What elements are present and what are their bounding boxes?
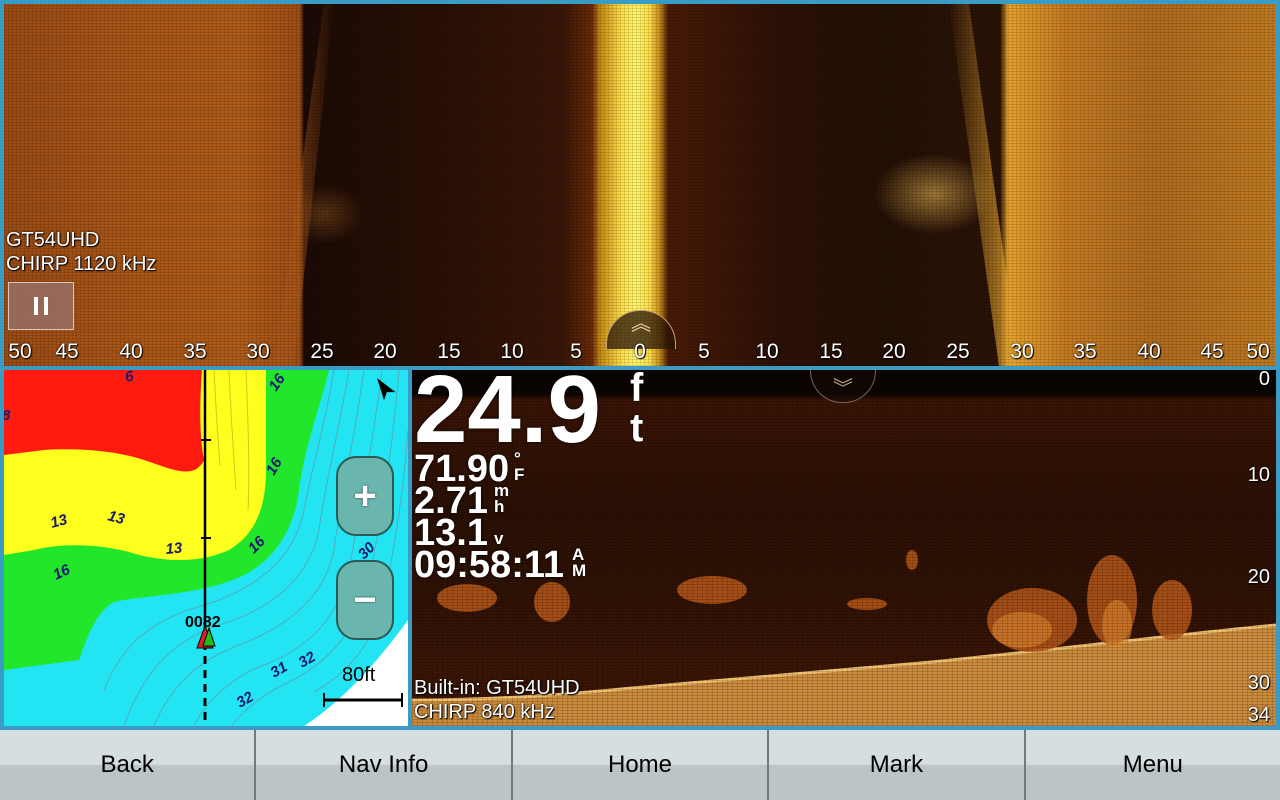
downvu-sonar-pane[interactable]: ︾ 24.9 f t 71.90 ° F 2.71 m h 13.1 v 09:… xyxy=(412,370,1276,726)
double-chevron-up-icon: ︽ xyxy=(631,313,651,335)
range-tick: 10 xyxy=(500,340,524,363)
range-tick: 35 xyxy=(183,340,207,363)
map-scale-label: 80ft xyxy=(342,664,376,686)
downvu-frequency-label: CHIRP 840 kHz xyxy=(414,701,555,723)
range-tick: 10 xyxy=(755,340,779,363)
nav-info-button[interactable]: Nav Info xyxy=(256,730,513,800)
route-point-label: 0082 xyxy=(185,614,221,631)
sidevu-sonar-pane[interactable]: GT54UHD CHIRP 1120 kHz ︽ 50 45 40 35 30 … xyxy=(4,4,1276,366)
depth-scale-tick: 0 xyxy=(1258,370,1270,390)
range-tick: 35 xyxy=(1073,340,1097,363)
north-arrow-icon xyxy=(377,378,396,401)
zoom-out-button[interactable]: − xyxy=(336,560,394,640)
zoom-in-button[interactable]: + xyxy=(336,456,394,536)
sidevu-frequency-label: CHIRP 1120 kHz xyxy=(6,253,157,275)
soft-key-bar: Back Nav Info Home Mark Menu xyxy=(0,730,1280,800)
menu-button[interactable]: Menu xyxy=(1025,730,1280,800)
sidevu-left-bottom-return xyxy=(274,4,334,366)
range-tick: 25 xyxy=(946,340,970,363)
range-tick: 5 xyxy=(570,340,582,363)
back-button[interactable]: Back xyxy=(0,730,257,800)
depth-scale-tick: 10 xyxy=(1247,464,1270,486)
range-tick: 25 xyxy=(310,340,334,363)
range-tick: 40 xyxy=(1137,340,1161,363)
depth-label: 32 xyxy=(296,648,320,671)
mark-button[interactable]: Mark xyxy=(769,730,1026,800)
range-tick: 15 xyxy=(819,340,843,363)
home-button[interactable]: Home xyxy=(512,730,770,800)
time-unit-bottom: M xyxy=(572,561,587,580)
navigation-chart-pane[interactable]: 6 16 16 16 13 13 13 16 30 32 31 32 32 8 … xyxy=(4,370,408,726)
range-tick: 50 xyxy=(1246,340,1270,363)
range-tick: 40 xyxy=(119,340,143,363)
depth-label: 32 xyxy=(234,688,258,711)
minus-icon: − xyxy=(353,578,377,622)
range-tick: 20 xyxy=(882,340,906,363)
time-readout: 09:58:11 xyxy=(414,544,565,586)
depth-scale-tick: 30 xyxy=(1247,672,1270,694)
range-tick: 15 xyxy=(437,340,461,363)
sidevu-transducer-label: GT54UHD xyxy=(6,229,100,251)
depth-label: 8 xyxy=(4,407,11,424)
range-tick: 0 xyxy=(634,340,646,363)
double-chevron-down-icon: ︾ xyxy=(833,378,853,400)
temp-unit-bottom: F xyxy=(514,465,525,484)
depth-label: 13 xyxy=(165,540,184,558)
range-tick: 20 xyxy=(373,340,397,363)
sidevu-right-bottom-return xyxy=(949,4,1019,366)
pause-button[interactable] xyxy=(8,282,74,330)
downvu-transducer-label: Built-in: GT54UHD xyxy=(414,677,580,699)
depth-scale-tick: 34 xyxy=(1247,704,1270,726)
range-tick: 45 xyxy=(55,340,79,363)
range-tick: 30 xyxy=(1010,340,1034,363)
range-tick: 45 xyxy=(1200,340,1224,363)
pause-icon xyxy=(34,297,38,315)
depth-scale-tick: 20 xyxy=(1247,566,1270,588)
range-tick: 30 xyxy=(246,340,270,363)
sidevu-range-scale: 50 45 40 35 30 25 20 15 10 5 0 5 10 15 2… xyxy=(4,340,1276,366)
range-tick: 50 xyxy=(8,340,32,363)
plus-icon: + xyxy=(353,474,377,518)
range-tick: 5 xyxy=(698,340,710,363)
speed-unit-bottom: h xyxy=(494,497,505,516)
depth-unit-top: f xyxy=(630,370,644,410)
depth-readout: 24.9 xyxy=(414,370,601,463)
depth-unit-bottom: t xyxy=(630,406,644,450)
